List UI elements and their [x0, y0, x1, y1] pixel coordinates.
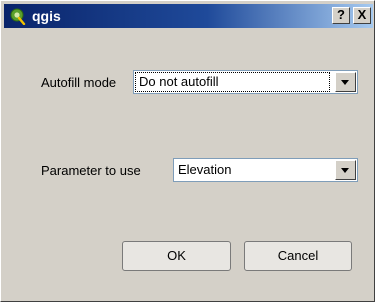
title-bar[interactable]: qgis ? X — [4, 4, 373, 28]
parameter-combo[interactable]: Elevation — [173, 158, 358, 182]
autofill-mode-label: Autofill mode — [41, 75, 117, 90]
qgis-logo-icon — [10, 7, 26, 26]
window-title: qgis — [32, 8, 61, 24]
chevron-down-icon[interactable] — [335, 72, 356, 92]
autofill-mode-combo[interactable]: Do not autofill — [133, 70, 358, 94]
parameter-label: Parameter to use — [41, 163, 141, 178]
qgis-dialog: qgis ? X Autofill mode Do not autofill P… — [0, 0, 375, 302]
help-button[interactable]: ? — [332, 7, 350, 24]
parameter-value: Elevation — [178, 162, 232, 177]
chevron-down-icon[interactable] — [335, 160, 356, 180]
autofill-mode-value: Do not autofill — [135, 72, 330, 92]
cancel-button[interactable]: Cancel — [244, 241, 352, 271]
ok-button[interactable]: OK — [122, 241, 231, 271]
close-button[interactable]: X — [353, 7, 371, 24]
